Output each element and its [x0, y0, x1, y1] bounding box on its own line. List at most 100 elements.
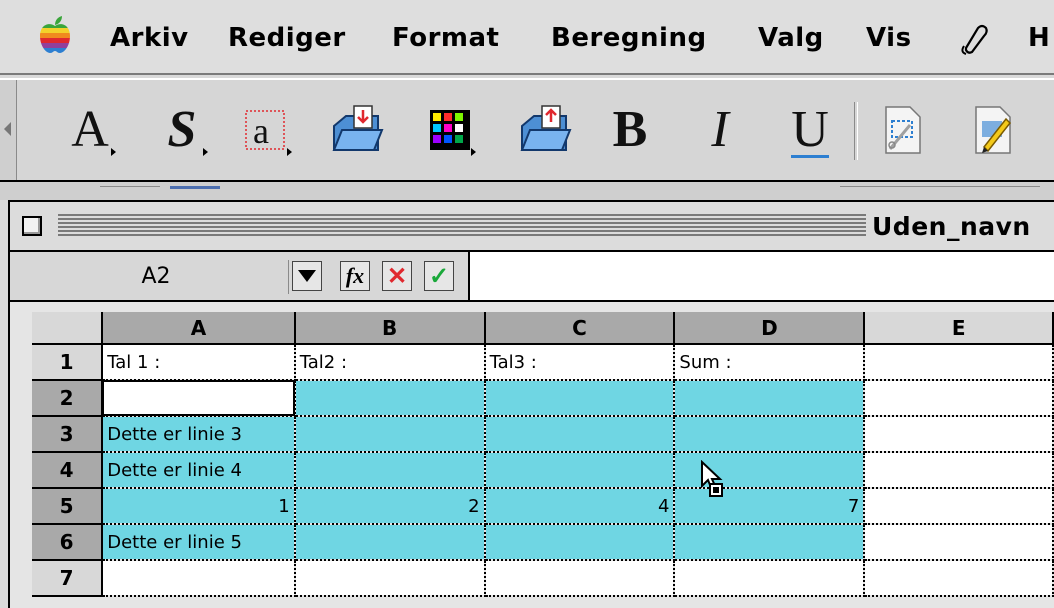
font-icon: A: [71, 101, 109, 158]
export-icon: [520, 105, 572, 151]
pencil-icon: [975, 106, 1012, 154]
close-box-icon[interactable]: [22, 216, 42, 236]
menu-vis[interactable]: Vis: [866, 18, 912, 58]
cell-e2[interactable]: [864, 380, 1054, 417]
size-button[interactable]: S: [144, 92, 220, 168]
cell-reference-box[interactable]: A2: [24, 260, 289, 294]
row-header-7[interactable]: 7: [32, 560, 104, 597]
cell-a3[interactable]: Dette er linie 3: [102, 416, 296, 453]
cell-d2[interactable]: [674, 380, 866, 417]
column-header-c[interactable]: C: [484, 312, 676, 345]
menu-beregning[interactable]: Beregning: [551, 18, 707, 58]
cell-d7[interactable]: [674, 560, 866, 597]
title-bar-stripes: [58, 214, 866, 238]
cell-a2[interactable]: [102, 380, 296, 417]
cell-c6[interactable]: [484, 524, 676, 561]
cell-b3[interactable]: [294, 416, 486, 453]
menu-arkiv[interactable]: Arkiv: [110, 18, 189, 58]
cell-d3[interactable]: [674, 416, 866, 453]
cell-a4[interactable]: Dette er linie 4: [102, 452, 296, 489]
cell-a7[interactable]: [102, 560, 296, 597]
cell-b2[interactable]: [294, 380, 486, 417]
column-header-d[interactable]: D: [674, 312, 866, 345]
cell-a5[interactable]: 1: [102, 488, 296, 525]
text-frame-icon: a: [245, 110, 285, 151]
cell-b4[interactable]: [294, 452, 486, 489]
bold-button[interactable]: B: [592, 92, 668, 168]
cell-e6[interactable]: [864, 524, 1054, 561]
import-button[interactable]: [318, 92, 394, 168]
cancel-button[interactable]: ✕: [382, 261, 412, 291]
underline-icon: U: [791, 101, 829, 158]
column-header-b[interactable]: B: [294, 312, 486, 345]
cell-e4[interactable]: [864, 452, 1054, 489]
cell-c3[interactable]: [484, 416, 676, 453]
cell-c5[interactable]: 4: [484, 488, 676, 525]
cancel-x-icon: ✕: [386, 263, 408, 290]
bold-icon: B: [612, 101, 648, 158]
cell-e3[interactable]: [864, 416, 1054, 453]
cell-b6[interactable]: [294, 524, 486, 561]
cell-d6[interactable]: [674, 524, 866, 561]
italic-button[interactable]: I: [682, 92, 758, 168]
formula-input[interactable]: [468, 252, 1054, 300]
color-palette-button[interactable]: [412, 92, 488, 168]
row-header-2[interactable]: 2: [32, 380, 104, 417]
cell-b7[interactable]: [294, 560, 486, 597]
italic-icon: I: [711, 101, 729, 158]
mouse-pointer-icon: [701, 460, 723, 497]
cell-e1[interactable]: [864, 344, 1054, 381]
column-header-a[interactable]: A: [102, 312, 296, 345]
svg-text:a: a: [253, 111, 269, 151]
cell-c4[interactable]: [484, 452, 676, 489]
script-menu-icon[interactable]: [958, 22, 992, 56]
select-all-corner[interactable]: [32, 312, 104, 345]
column-header-e[interactable]: E: [864, 312, 1054, 345]
row-header-4[interactable]: 4: [32, 452, 104, 489]
cell-menu-button[interactable]: [292, 261, 322, 291]
font-button[interactable]: A: [52, 92, 128, 168]
cell-a6[interactable]: Dette er linie 5: [102, 524, 296, 561]
formula-bar: A2 fx ✕ ✓: [10, 252, 1054, 302]
cell-b5[interactable]: 2: [294, 488, 486, 525]
fx-icon: fx: [345, 263, 365, 288]
cell-b1[interactable]: Tal2 :: [294, 344, 486, 381]
toolbar: A S a B I U: [0, 78, 1054, 182]
menu-bar: Arkiv Rediger Format Beregning Valg Vis …: [0, 0, 1054, 75]
strip-divider: [840, 186, 1040, 195]
menu-format[interactable]: Format: [392, 18, 499, 58]
strip-divider: [100, 186, 160, 195]
menu-hjaelp[interactable]: H: [1028, 18, 1050, 58]
confirm-button[interactable]: ✓: [424, 261, 454, 291]
row-header-6[interactable]: 6: [32, 524, 104, 561]
toolbar-collapse-handle[interactable]: [0, 80, 17, 180]
row-header-3[interactable]: 3: [32, 416, 104, 453]
dropdown-arrow-icon: [203, 148, 208, 156]
dropdown-arrow-icon: [111, 148, 116, 156]
text-frame-button[interactable]: a: [228, 92, 304, 168]
cell-c1[interactable]: Tal3 :: [484, 344, 676, 381]
menu-valg[interactable]: Valg: [758, 18, 824, 58]
cell-c7[interactable]: [484, 560, 676, 597]
export-button[interactable]: [506, 92, 582, 168]
pencil-button[interactable]: [954, 92, 1030, 168]
color-palette-icon: [430, 110, 470, 150]
cell-e7[interactable]: [864, 560, 1054, 597]
size-icon: S: [167, 101, 197, 158]
cell-a1[interactable]: Tal 1 :: [102, 344, 296, 381]
window-title-bar[interactable]: Uden_navn: [10, 202, 1054, 252]
row-header-5[interactable]: 5: [32, 488, 104, 525]
apple-logo-icon[interactable]: [38, 16, 72, 54]
row-header-1[interactable]: 1: [32, 344, 104, 381]
cell-d1[interactable]: Sum :: [674, 344, 866, 381]
menu-rediger[interactable]: Rediger: [228, 18, 346, 58]
cell-e5[interactable]: [864, 488, 1054, 525]
checkmark-icon: ✓: [428, 263, 450, 290]
underline-button[interactable]: U: [772, 92, 848, 168]
draw-button[interactable]: [864, 92, 940, 168]
table-row: 4 Dette er linie 4: [32, 452, 1054, 489]
table-row: 3 Dette er linie 3: [32, 416, 1054, 453]
function-button[interactable]: fx: [340, 261, 370, 291]
cell-c2[interactable]: [484, 380, 676, 417]
dropdown-arrow-icon: [287, 148, 292, 156]
